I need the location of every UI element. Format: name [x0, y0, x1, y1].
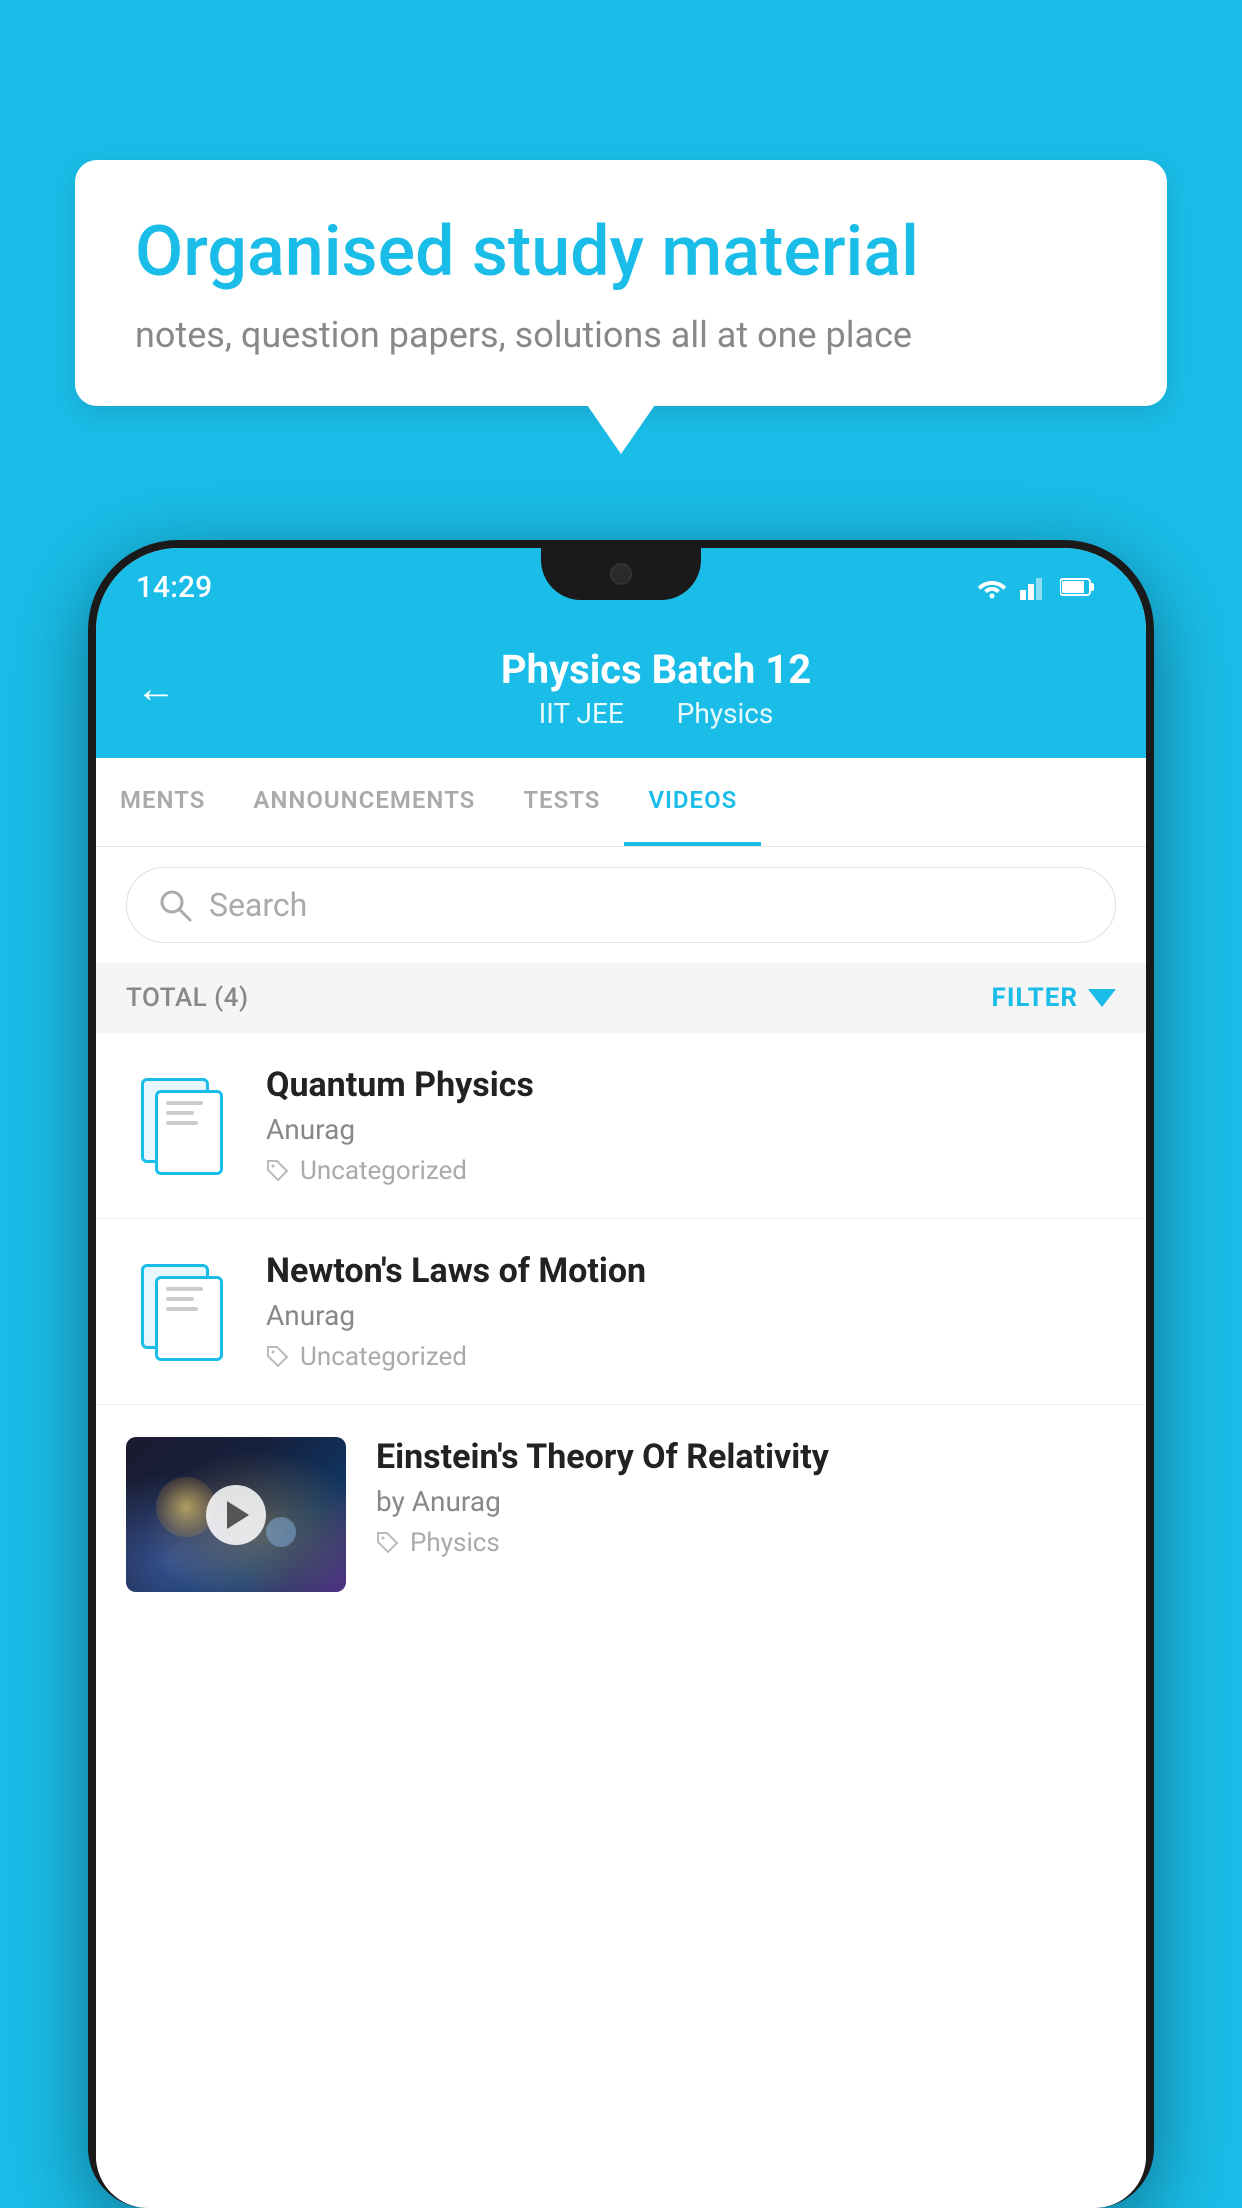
header-text: Physics Batch 12 IIT JEE Physics — [206, 646, 1106, 730]
status-icons — [976, 574, 1096, 600]
header-subtitle: IIT JEE Physics — [206, 697, 1106, 730]
phone-frame: 14:29 — [88, 540, 1154, 2208]
filter-label: FILTER — [992, 983, 1078, 1013]
video-thumb-1 — [126, 1071, 236, 1181]
video-info-2: Newton's Laws of Motion Anurag Uncategor… — [266, 1251, 1116, 1372]
tab-videos[interactable]: VIDEOS — [624, 758, 761, 846]
video-info-1: Quantum Physics Anurag Uncategorized — [266, 1065, 1116, 1186]
file-icon-2 — [141, 1264, 221, 1359]
video-tag-3: Physics — [376, 1528, 1116, 1558]
video-title-3: Einstein's Theory Of Relativity — [376, 1437, 1116, 1477]
search-container: Search — [96, 847, 1146, 963]
filter-row: TOTAL (4) FILTER — [96, 963, 1146, 1033]
header-subtitle-separator — [647, 697, 661, 730]
bubble-title: Organised study material — [135, 210, 1107, 294]
app-header: ← Physics Batch 12 IIT JEE Physics — [96, 626, 1146, 758]
tag-icon-2 — [266, 1345, 290, 1369]
video-author-3: by Anurag — [376, 1485, 1116, 1518]
filter-button[interactable]: FILTER — [992, 983, 1116, 1013]
file-icon — [141, 1078, 221, 1173]
camera-dot — [610, 563, 632, 585]
tab-announcements[interactable]: ANNOUNCEMENTS — [229, 758, 499, 846]
back-button[interactable]: ← — [136, 665, 176, 712]
header-subtitle-part1: IIT JEE — [539, 697, 624, 730]
video-tag-2: Uncategorized — [266, 1342, 1116, 1372]
tab-tests[interactable]: TESTS — [499, 758, 624, 846]
play-icon — [227, 1501, 249, 1529]
header-title: Physics Batch 12 — [206, 646, 1106, 693]
signal-icon — [1020, 574, 1048, 600]
phone-notch — [541, 548, 701, 600]
tag-label-1: Uncategorized — [300, 1156, 467, 1186]
status-time: 14:29 — [136, 570, 212, 605]
phone-inner: 14:29 — [96, 548, 1146, 2208]
list-item[interactable]: Einstein's Theory Of Relativity by Anura… — [96, 1405, 1146, 1624]
video-author-2: Anurag — [266, 1299, 1116, 1332]
list-item[interactable]: Newton's Laws of Motion Anurag Uncategor… — [96, 1219, 1146, 1405]
bubble-subtitle: notes, question papers, solutions all at… — [135, 314, 1107, 356]
filter-icon — [1088, 989, 1116, 1007]
wifi-icon — [976, 575, 1008, 599]
tag-label-3: Physics — [410, 1528, 500, 1558]
speech-bubble: Organised study material notes, question… — [75, 160, 1167, 406]
video-tag-1: Uncategorized — [266, 1156, 1116, 1186]
video-info-3: Einstein's Theory Of Relativity by Anura… — [376, 1437, 1116, 1558]
tag-label-2: Uncategorized — [300, 1342, 467, 1372]
video-author-1: Anurag — [266, 1113, 1116, 1146]
tag-icon — [266, 1159, 290, 1183]
search-icon — [157, 887, 193, 923]
video-list: Quantum Physics Anurag Uncategorized — [96, 1033, 1146, 2208]
total-count: TOTAL (4) — [126, 983, 249, 1013]
header-subtitle-part2: Physics — [677, 697, 774, 730]
list-item[interactable]: Quantum Physics Anurag Uncategorized — [96, 1033, 1146, 1219]
video-thumbnail-3 — [126, 1437, 346, 1592]
play-button[interactable] — [206, 1485, 266, 1545]
tabs-bar: MENTS ANNOUNCEMENTS TESTS VIDEOS — [96, 758, 1146, 847]
tab-ments[interactable]: MENTS — [96, 758, 229, 846]
battery-icon — [1060, 576, 1096, 598]
search-placeholder: Search — [209, 886, 307, 924]
video-title-1: Quantum Physics — [266, 1065, 1116, 1105]
tag-icon-3 — [376, 1531, 400, 1555]
video-title-2: Newton's Laws of Motion — [266, 1251, 1116, 1291]
video-thumb-2 — [126, 1257, 236, 1367]
search-bar[interactable]: Search — [126, 867, 1116, 943]
